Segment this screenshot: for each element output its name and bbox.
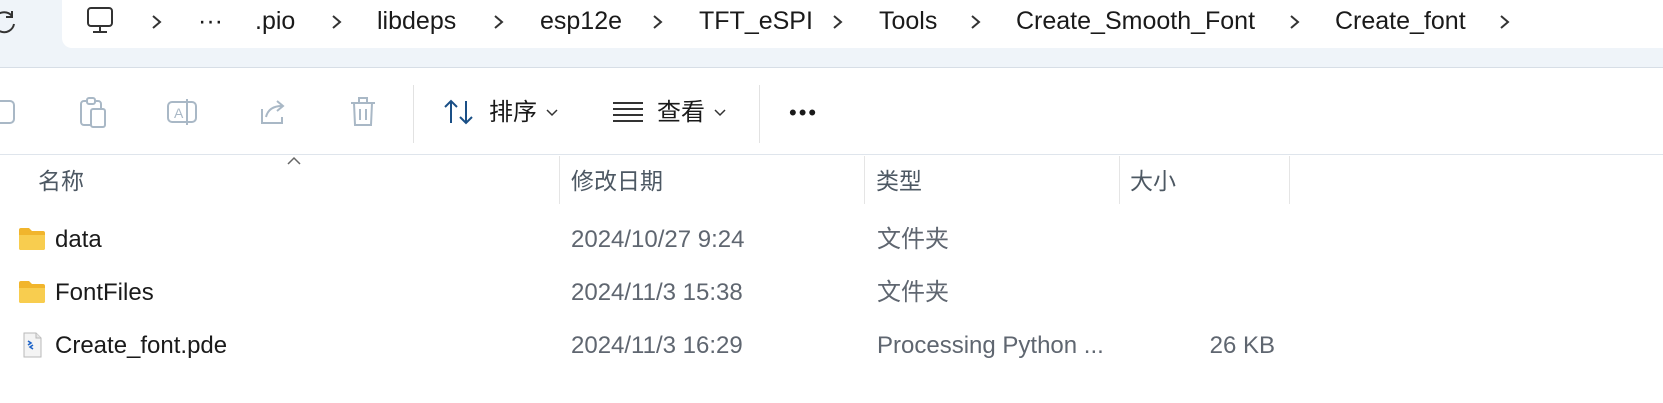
copy-icon[interactable] [0, 95, 20, 129]
column-divider[interactable] [1289, 156, 1290, 204]
chevron-right-icon [494, 15, 504, 29]
column-type[interactable]: 类型 [876, 168, 922, 194]
toolbar-divider [413, 85, 414, 143]
svg-text:A: A [174, 105, 184, 121]
chevron-right-icon [152, 15, 162, 29]
folder-icon [19, 228, 45, 250]
file-row[interactable]: FontFiles 2024/11/3 15:38 文件夹 [0, 267, 1663, 320]
breadcrumb-item-tools[interactable]: Tools [879, 6, 937, 36]
file-modified: 2024/11/3 15:38 [571, 279, 743, 306]
breadcrumb-overflow[interactable]: ··· [198, 6, 223, 36]
breadcrumb-item-libdeps[interactable]: libdeps [377, 6, 456, 36]
sort-icon[interactable] [442, 95, 476, 129]
folder-icon [19, 281, 45, 303]
chevron-right-icon [1290, 15, 1300, 29]
breadcrumb-item-esp12e[interactable]: esp12e [540, 6, 622, 36]
chevron-right-icon [833, 15, 843, 29]
address-bar: ··· .pio libdeps esp12e TFT_eSPI Tools C… [0, 0, 1663, 68]
breadcrumb[interactable]: ··· .pio libdeps esp12e TFT_eSPI Tools C… [62, 0, 1663, 48]
file-row[interactable]: data 2024/10/27 9:24 文件夹 [0, 214, 1663, 267]
chevron-right-icon [653, 15, 663, 29]
file-type: Processing Python ... [877, 332, 1104, 359]
file-type: 文件夹 [877, 279, 949, 306]
view-button[interactable]: 查看 [657, 99, 705, 127]
command-bar: A 排序 查看 ••• [0, 69, 1663, 155]
column-modified[interactable]: 修改日期 [571, 168, 663, 194]
breadcrumb-item-tft-espi[interactable]: TFT_eSPI [699, 6, 813, 36]
toolbar-divider [759, 85, 760, 143]
column-divider[interactable] [864, 156, 865, 204]
sort-ascending-icon [287, 156, 301, 165]
file-size: 26 KB [1209, 332, 1275, 359]
chevron-right-icon [332, 15, 342, 29]
file-modified: 2024/10/27 9:24 [571, 226, 745, 253]
rename-icon[interactable]: A [165, 95, 199, 129]
file-name[interactable]: FontFiles [55, 279, 154, 307]
column-size[interactable]: 大小 [1130, 168, 1176, 194]
file-modified: 2024/11/3 16:29 [571, 332, 743, 359]
this-pc-icon[interactable] [84, 5, 116, 35]
file-type: 文件夹 [877, 226, 949, 253]
column-divider[interactable] [1119, 156, 1120, 204]
column-header: 名称 修改日期 类型 大小 [0, 156, 1663, 206]
paste-icon[interactable] [76, 95, 110, 129]
delete-icon[interactable] [346, 95, 380, 129]
chevron-right-icon [971, 15, 981, 29]
view-icon[interactable] [611, 95, 645, 129]
chevron-right-icon[interactable] [1498, 14, 1512, 30]
share-icon[interactable] [256, 95, 290, 129]
column-name[interactable]: 名称 [38, 168, 84, 194]
file-row[interactable]: Create_font.pde 2024/11/3 16:29 Processi… [0, 320, 1663, 373]
column-divider[interactable] [559, 156, 560, 204]
sort-button[interactable]: 排序 [489, 99, 537, 127]
refresh-icon[interactable] [0, 8, 18, 36]
more-options-button[interactable]: ••• [789, 99, 818, 127]
pde-file-icon [23, 332, 42, 358]
breadcrumb-item-create-font[interactable]: Create_font [1335, 6, 1466, 36]
file-name[interactable]: Create_font.pde [55, 332, 227, 360]
breadcrumb-item-pio[interactable]: .pio [255, 6, 295, 36]
chevron-down-icon[interactable] [714, 109, 726, 117]
chevron-down-icon[interactable] [546, 109, 558, 117]
file-name[interactable]: data [55, 226, 102, 254]
breadcrumb-item-create-smooth-font[interactable]: Create_Smooth_Font [1016, 6, 1255, 36]
